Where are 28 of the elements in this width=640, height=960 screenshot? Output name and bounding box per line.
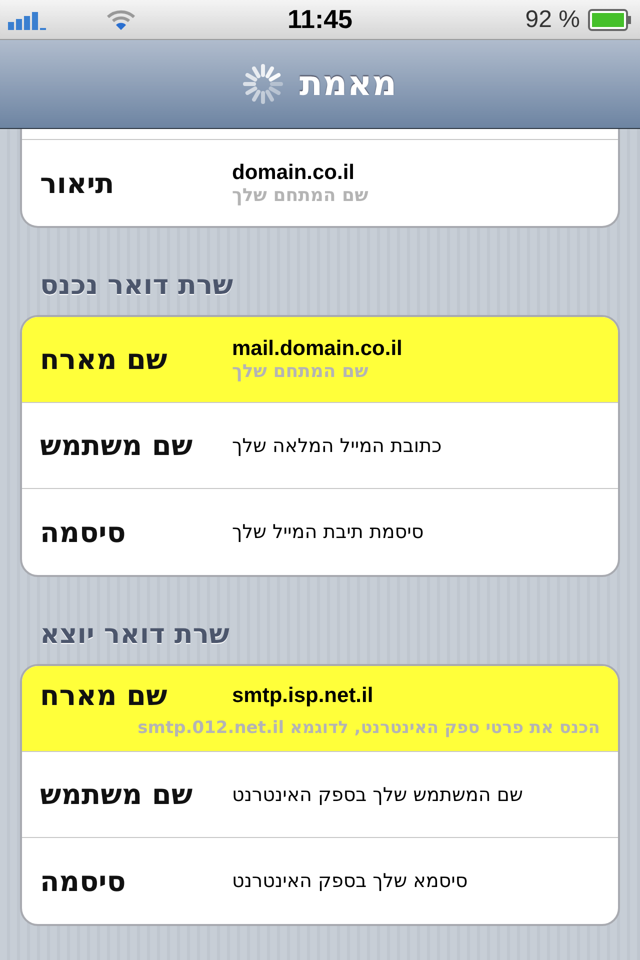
form-row[interactable]: סיסמה סיסמא שלך בספק האינטרנט xyxy=(22,838,618,924)
field-value: שם המשתמש שלך בספק האינטרנט xyxy=(232,784,523,806)
field-value: כתובת המייל המלאה שלך xyxy=(232,434,442,456)
form-row[interactable]: שם משתמש כתובת המייל המלאה שלך xyxy=(22,403,618,489)
field-label: תיאור xyxy=(40,166,116,200)
form-row[interactable]: שם משתמש שם המשתמש שלך בספק האינטרנט xyxy=(22,752,618,838)
field-label: שם מארח xyxy=(40,679,168,712)
field-value: mail.domain.co.il xyxy=(232,337,402,361)
signal-icon xyxy=(8,10,46,30)
field-value: smtp.isp.net.il xyxy=(232,684,374,708)
nav-title: מאמת xyxy=(299,64,397,104)
field-label: שם מארח xyxy=(40,343,168,376)
clock-time: 11:45 xyxy=(287,4,353,35)
field-label: סיסמה xyxy=(40,516,127,548)
wifi-icon xyxy=(106,8,136,30)
form-row[interactable]: סיסמה סיסמת תיבת המייל שלך xyxy=(22,489,618,575)
field-value: domain.co.il xyxy=(232,160,355,184)
field-value: סיסמא שלך בספק האינטרנט xyxy=(232,870,468,892)
battery-percentage: 92 % xyxy=(525,6,580,34)
field-label: שם משתמש xyxy=(40,429,194,462)
section-header: שרת דואר יוצא xyxy=(39,618,231,652)
field-value: סיסמת תיבת המייל שלך xyxy=(232,521,424,543)
field-hint: שם המתחם שלך xyxy=(232,184,368,206)
field-hint: שם המתחם שלך xyxy=(232,361,368,382)
section-header: שרת דואר נכנס xyxy=(39,269,234,303)
field-label: שם משתמש xyxy=(40,778,194,811)
battery-icon xyxy=(588,8,632,30)
field-label: סיסמה xyxy=(40,864,127,898)
